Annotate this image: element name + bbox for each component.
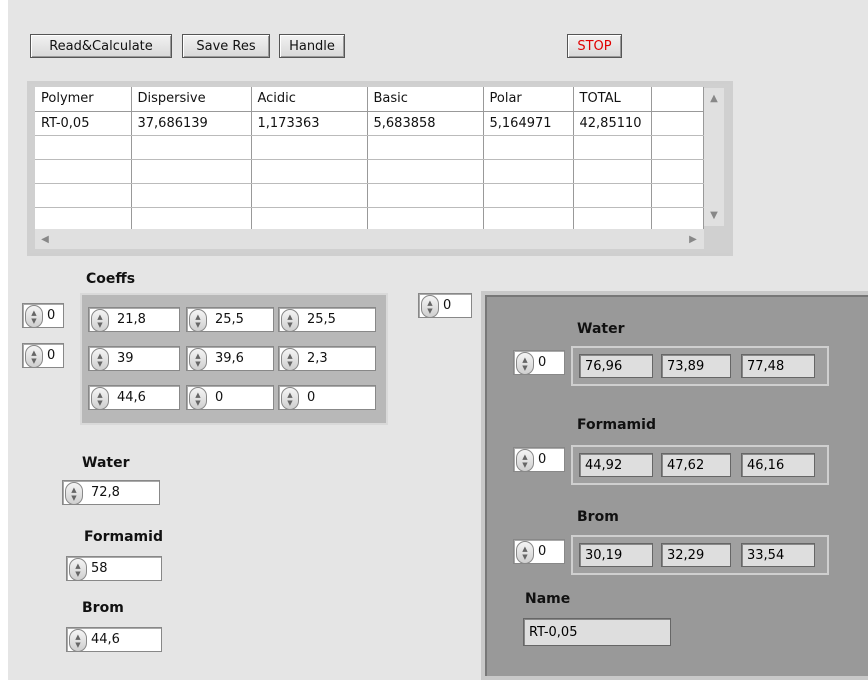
header-basic: Basic [367, 87, 484, 112]
brom-result-value: 30,19 [579, 543, 653, 567]
coeff-input[interactable]: ▲ ▼ 21,8 [88, 307, 180, 332]
scroll-left-icon[interactable]: ◀ [36, 230, 54, 248]
spinner-icon[interactable]: ▲ ▼ [91, 309, 109, 332]
coeffs-col-index[interactable]: ▲ ▼ 0 [22, 343, 64, 368]
formamid-result-index[interactable]: ▲ ▼ 0 [513, 447, 565, 472]
name-label: Name [525, 591, 571, 607]
coeff-input[interactable]: ▲ ▼ 39,6 [186, 346, 274, 371]
spinner-icon[interactable]: ▲ ▼ [189, 387, 207, 410]
spinner-icon[interactable]: ▲ ▼ [25, 345, 43, 368]
table-row[interactable] [35, 135, 704, 160]
stop-button[interactable]: STOP [567, 34, 622, 58]
formamid-result-value: 44,92 [579, 453, 653, 477]
coeff-input[interactable]: ▲ ▼ 0 [186, 385, 274, 410]
panel-index[interactable]: ▲ ▼ 0 [418, 293, 472, 318]
brom-input[interactable]: ▲ ▼ 44,6 [66, 627, 162, 652]
header-polar: Polar [483, 87, 574, 112]
cell-basic[interactable]: 5,683858 [367, 111, 484, 136]
table-header-row: Polymer Dispersive Acidic Basic Polar TO… [35, 87, 704, 112]
water-result-value: 73,89 [661, 354, 731, 378]
spinner-icon[interactable]: ▲ ▼ [516, 449, 534, 472]
water-result-value: 76,96 [579, 354, 653, 378]
water-result-label: Water [577, 321, 625, 337]
results-panel: Water ▲ ▼ 0 76,96 73,89 77,48 Formamid ▲ ▼ 0… [481, 291, 868, 680]
coeff-input[interactable]: ▲ ▼ 44,6 [88, 385, 180, 410]
table-row[interactable] [35, 207, 704, 232]
coeffs-row-index[interactable]: ▲ ▼ 0 [22, 303, 64, 328]
coeffs-array: ▲ ▼ 21,8 ▲ ▼ 25,5 ▲ ▼ 25,5 ▲ ▼ 39 ▲ ▼ 39,6 ▲ ▼ 2,3 ▲… [80, 293, 388, 425]
spinner-icon[interactable]: ▲ ▼ [516, 352, 534, 375]
cell-dispersive[interactable]: 37,686139 [131, 111, 252, 136]
header-total: TOTAL [573, 87, 652, 112]
cell-polymer[interactable]: RT-0,05 [35, 111, 132, 136]
formamid-label: Formamid [84, 529, 163, 545]
water-input[interactable]: ▲ ▼ 72,8 [62, 480, 160, 505]
spinner-icon[interactable]: ▲ ▼ [516, 541, 534, 564]
scroll-right-icon[interactable]: ▶ [684, 230, 702, 248]
formamid-input[interactable]: ▲ ▼ 58 [66, 556, 162, 581]
spinner-icon[interactable]: ▲ ▼ [421, 295, 439, 318]
spinner-icon[interactable]: ▲ ▼ [281, 348, 299, 371]
vertical-scrollbar[interactable]: ▲ ▼ [704, 88, 724, 226]
brom-result-index[interactable]: ▲ ▼ 0 [513, 539, 565, 564]
spinner-icon[interactable]: ▲ ▼ [189, 348, 207, 371]
spinner-icon[interactable]: ▲ ▼ [25, 305, 43, 328]
coeff-input[interactable]: ▲ ▼ 25,5 [278, 307, 376, 332]
cell-polar[interactable]: 5,164971 [483, 111, 574, 136]
water-result-index[interactable]: ▲ ▼ 0 [513, 350, 565, 375]
table-row[interactable]: RT-0,05 37,686139 1,173363 5,683858 5,16… [35, 111, 704, 136]
header-dispersive: Dispersive [131, 87, 252, 112]
scroll-up-icon[interactable]: ▲ [705, 89, 723, 107]
brom-result-value: 32,29 [661, 543, 731, 567]
save-res-button[interactable]: Save Res [182, 34, 270, 58]
brom-result-label: Brom [577, 509, 619, 525]
coeff-input[interactable]: ▲ ▼ 25,5 [186, 307, 274, 332]
table-row[interactable] [35, 183, 704, 208]
water-result-array: 76,96 73,89 77,48 [571, 346, 829, 386]
spinner-icon[interactable]: ▲ ▼ [65, 482, 83, 505]
coeffs-label: Coeffs [86, 271, 136, 287]
water-label: Water [82, 455, 130, 471]
spinner-icon[interactable]: ▲ ▼ [69, 558, 87, 581]
formamid-result-value: 46,16 [741, 453, 815, 477]
coeff-input[interactable]: ▲ ▼ 0 [278, 385, 376, 410]
read-calculate-button[interactable]: Read&Calculate [30, 34, 172, 58]
water-result-value: 77,48 [741, 354, 815, 378]
spinner-icon[interactable]: ▲ ▼ [281, 309, 299, 332]
results-table: Polymer Dispersive Acidic Basic Polar TO… [27, 81, 733, 256]
name-value: RT-0,05 [523, 618, 671, 646]
formamid-result-label: Formamid [577, 417, 656, 433]
table-row[interactable] [35, 159, 704, 184]
formamid-result-value: 47,62 [661, 453, 731, 477]
spinner-icon[interactable]: ▲ ▼ [281, 387, 299, 410]
brom-result-value: 33,54 [741, 543, 815, 567]
cell-total[interactable]: 42,85110 [573, 111, 652, 136]
formamid-result-array: 44,92 47,62 46,16 [571, 445, 829, 485]
spinner-icon[interactable]: ▲ ▼ [69, 629, 87, 652]
coeff-input[interactable]: ▲ ▼ 39 [88, 346, 180, 371]
brom-result-array: 30,19 32,29 33,54 [571, 535, 829, 575]
header-polymer: Polymer [35, 87, 132, 112]
header-acidic: Acidic [251, 87, 368, 112]
handle-button[interactable]: Handle [279, 34, 345, 58]
brom-label: Brom [82, 600, 124, 616]
spinner-icon[interactable]: ▲ ▼ [91, 387, 109, 410]
horizontal-scrollbar[interactable]: ◀ ▶ [35, 229, 704, 249]
scroll-down-icon[interactable]: ▼ [705, 206, 723, 224]
spinner-icon[interactable]: ▲ ▼ [189, 309, 207, 332]
coeff-input[interactable]: ▲ ▼ 2,3 [278, 346, 376, 371]
table-grid: Polymer Dispersive Acidic Basic Polar TO… [35, 87, 704, 232]
spinner-icon[interactable]: ▲ ▼ [91, 348, 109, 371]
cell-acidic[interactable]: 1,173363 [251, 111, 368, 136]
